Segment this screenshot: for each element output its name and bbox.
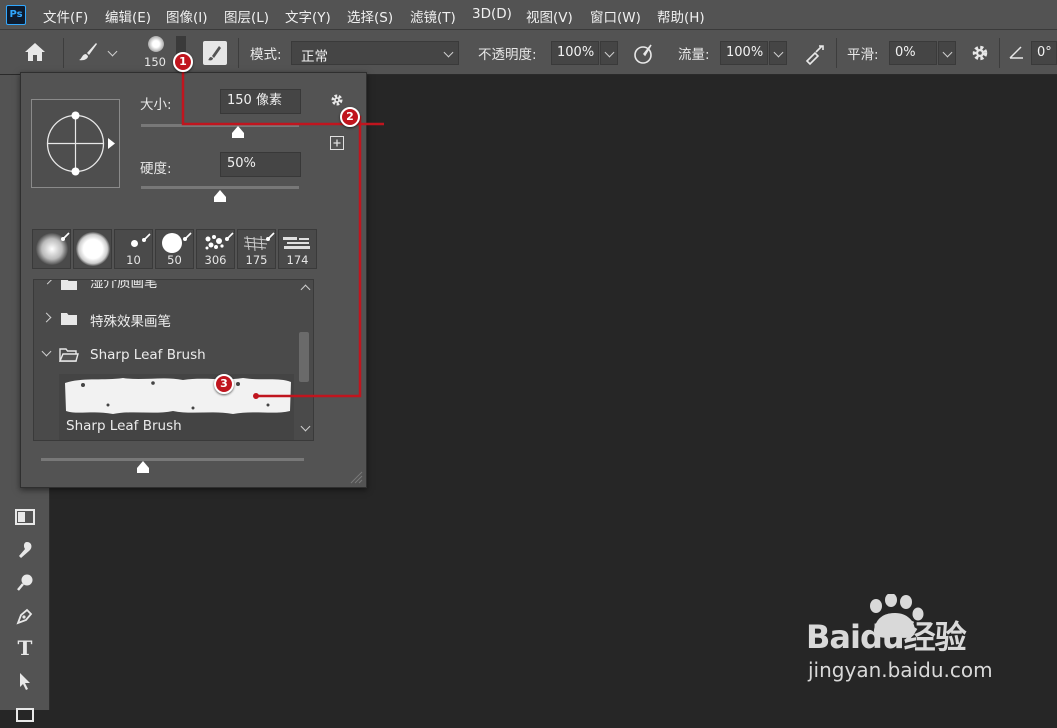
baidu-logo-text: Baidu经验 [806,618,967,656]
size-input[interactable]: 150 像素 [220,89,301,114]
popup-top-edge [21,73,366,81]
step-badge-3: 3 [214,374,234,394]
mode-select[interactable]: 正常 [291,41,459,65]
recent-preset-6[interactable]: 175 [237,229,276,269]
airbrush-icon[interactable] [802,42,828,70]
brush-preset-picker-popup: 大小: 150 像素 硬度: 50% 10 50 306 175 174 湿介质… [20,72,367,488]
baidu-url: jingyan.baidu.com [808,658,993,682]
chevron-down-icon [443,47,454,58]
brush-item-label: Sharp Leaf Brush [66,418,182,434]
mode-label: 模式: [250,47,282,63]
recent-preset-5[interactable]: 306 [196,229,235,269]
angle-icon [1008,43,1026,65]
pen-tool-icon[interactable] [10,602,40,630]
folder-icon [61,280,77,290]
opacity-dropdown[interactable] [600,41,618,65]
folder-label: 湿介质画笔 [90,280,158,291]
folder-row-special-effects[interactable]: 特殊效果画笔 [34,305,294,333]
folder-row-sharp-leaf[interactable]: Sharp Leaf Brush [34,341,294,369]
size-label: 大小: [140,97,172,113]
folder-row-wet-media[interactable]: 湿介质画笔 [34,280,294,294]
brush-angle-roundness-preview[interactable] [31,99,120,188]
folder-icon [61,313,77,325]
brush-preset-picker[interactable]: 150 [140,34,172,72]
menu-bar: Ps 文件(F) 编辑(E) 图像(I) 图层(L) 文字(Y) 选择(S) 滤… [0,0,1057,30]
menu-view[interactable]: 视图(V) [526,6,573,26]
path-selection-tool-icon[interactable] [10,667,40,695]
menu-file[interactable]: 文件(F) [43,6,88,26]
preview-size-slider[interactable] [41,458,304,461]
brush-preset-list: 湿介质画笔 特殊效果画笔 Sharp Leaf Brush Sharp Leaf… [33,279,314,441]
smoothing-input[interactable]: 0% [889,41,937,65]
recent-preset-2[interactable] [73,229,112,269]
chevron-down-icon [41,346,52,357]
menu-filter[interactable]: 滤镜(T) [410,6,456,26]
step-badge-2: 2 [340,107,360,127]
scroll-up-icon[interactable] [300,284,311,295]
rectangle-tool-icon[interactable] [10,700,40,728]
recent-preset-7[interactable]: 174 [278,229,317,269]
mode-value: 正常 [301,49,328,65]
folder-label: Sharp Leaf Brush [90,347,206,363]
flow-input[interactable]: 100% [720,41,768,65]
hardness-input[interactable]: 50% [220,152,301,177]
menu-help[interactable]: 帮助(H) [657,6,705,26]
hardness-slider-thumb[interactable] [213,189,227,203]
open-folder-icon [59,348,79,362]
brush-tool-dropdown-chevron-icon[interactable] [107,46,118,57]
smoothing-label: 平滑: [847,47,879,63]
menu-image[interactable]: 图像(I) [166,6,208,26]
resize-grip-icon[interactable] [349,470,363,484]
chevron-down-icon [942,47,953,58]
options-bar: 150 模式: 正常 不透明度: 100% 流量: 100% 平滑: 0% 0° [0,30,1057,75]
menu-type[interactable]: 文字(Y) [285,6,331,26]
smoothing-dropdown[interactable] [938,41,956,65]
blur-tool-icon[interactable] [10,536,40,564]
flow-label: 流量: [678,47,710,63]
flow-dropdown[interactable] [769,41,787,65]
angle-input[interactable]: 0° [1031,41,1057,65]
chevron-right-icon [42,280,53,285]
recent-preset-4[interactable]: 50 [155,229,194,269]
size-slider[interactable] [141,124,299,127]
opacity-input[interactable]: 100% [551,41,599,65]
menu-3d[interactable]: 3D(D) [472,6,512,22]
menu-window[interactable]: 窗口(W) [590,6,641,26]
menu-select[interactable]: 选择(S) [347,6,393,26]
dodge-tool-icon[interactable] [10,569,40,597]
list-scrollbar[interactable] [296,280,313,440]
chevron-right-icon [41,312,52,323]
gear-icon[interactable] [969,42,991,68]
chevron-down-icon [604,47,615,58]
menu-edit[interactable]: 编辑(E) [105,6,151,26]
scroll-down-icon[interactable] [300,421,311,432]
preview-size-slider-thumb[interactable] [136,460,150,474]
home-icon[interactable] [22,41,48,67]
new-preset-icon[interactable] [330,136,344,150]
chevron-down-icon [773,47,784,58]
gradient-tool-icon[interactable] [10,503,40,531]
recent-preset-3[interactable]: 10 [114,229,153,269]
photoshop-logo: Ps [6,5,26,25]
scrollbar-thumb[interactable] [299,332,309,382]
brush-stroke-thumbnail [65,378,291,414]
brush-settings-panel-icon[interactable] [203,41,227,65]
opacity-label: 不透明度: [478,47,537,63]
brush-tip-preview-icon [148,36,164,52]
brush-size-readout: 150 [144,55,166,69]
step-badge-1: 1 [173,52,193,72]
hardness-label: 硬度: [140,161,172,177]
brush-item-sharp-leaf[interactable]: Sharp Leaf Brush [59,374,294,440]
recent-preset-1[interactable] [32,229,71,269]
menu-layer[interactable]: 图层(L) [224,6,269,26]
brush-tool-icon[interactable] [76,40,100,68]
type-tool-icon[interactable]: T [10,634,40,662]
pressure-opacity-icon[interactable] [632,42,656,70]
folder-label: 特殊效果画笔 [90,314,171,330]
size-slider-thumb[interactable] [231,125,245,139]
